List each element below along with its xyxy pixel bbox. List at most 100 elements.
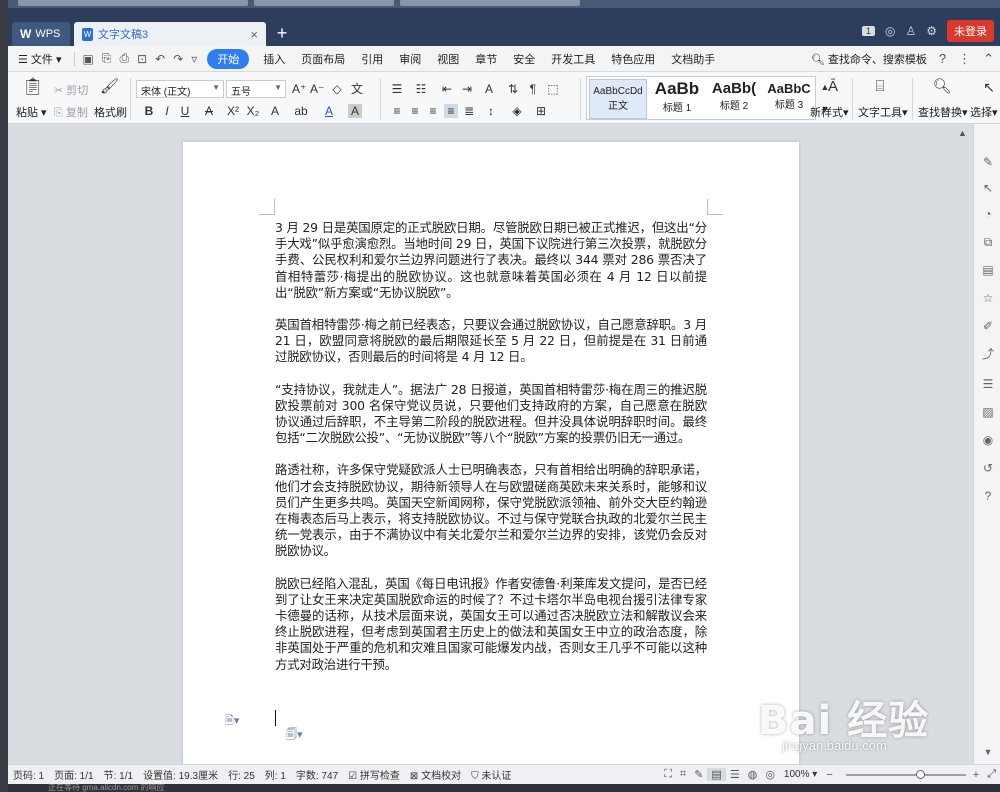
collapse-ribbon-icon[interactable]: ⌃	[977, 51, 1000, 67]
zoom-level-select[interactable]: 100% ▾	[779, 769, 822, 780]
tab-doc-assistant[interactable]: 文档助手	[663, 51, 723, 67]
close-icon[interactable]: ×	[250, 27, 258, 42]
tab-security[interactable]: 安全	[505, 51, 543, 67]
decrease-indent-icon[interactable]: ⇤	[440, 82, 454, 96]
tab-page-layout[interactable]: 页面布局	[293, 51, 353, 67]
help-icon[interactable]: ?	[980, 488, 996, 504]
spell-check-button[interactable]: ☑ 拼写检查	[343, 767, 405, 782]
italic-icon[interactable]: I	[160, 104, 174, 118]
skin-icon[interactable]: ◎	[885, 24, 895, 38]
align-center-icon[interactable]: ≡	[408, 104, 422, 118]
redo-icon[interactable]: ↷	[169, 52, 187, 66]
tab-special-apps[interactable]: 特色应用	[603, 51, 663, 67]
undo-icon[interactable]: ↶	[151, 52, 169, 66]
highlight-icon[interactable]: ab	[294, 104, 308, 118]
tab-insert[interactable]: 插入	[255, 51, 293, 67]
library-icon[interactable]: ▤	[980, 262, 996, 278]
status-page-number[interactable]: 页码: 1	[8, 767, 49, 782]
shading-icon[interactable]: ◈	[510, 104, 524, 118]
document-body[interactable]: 3 月 29 日是英国原定的正式脱欧日期。尽管脱欧日期已被正式推迟，但这出“分手…	[275, 220, 707, 689]
bold-icon[interactable]: B	[142, 104, 156, 118]
tab-home[interactable]: 开始	[207, 48, 250, 69]
page-view-icon[interactable]: ▤	[707, 768, 726, 781]
superscript-icon[interactable]: X²	[226, 104, 240, 118]
read-mode-icon[interactable]: ⌗	[676, 768, 690, 781]
star-icon[interactable]: ☆	[980, 290, 996, 306]
numbered-list-icon[interactable]: ☷	[414, 82, 428, 96]
print-preview-icon[interactable]: ⊡	[133, 52, 151, 66]
justify-icon[interactable]: ≡	[444, 104, 458, 118]
tab-references[interactable]: 引用	[353, 51, 391, 67]
text-box-icon[interactable]: ⬚	[546, 82, 560, 96]
char-shading-icon[interactable]: A	[348, 104, 362, 118]
underline-icon[interactable]: U	[178, 104, 192, 118]
style-heading-1[interactable]: AaBb 标题 1	[649, 79, 705, 119]
format-painter-icon[interactable]: 🖌︎	[100, 79, 119, 100]
auth-button[interactable]: ⛉ 未认证	[466, 767, 516, 782]
new-style-button[interactable]: 新样式▾	[810, 104, 849, 120]
zoom-slider[interactable]	[846, 770, 966, 779]
tab-chapter[interactable]: 章节	[467, 51, 505, 67]
paste-icon[interactable]: 📋︎	[22, 78, 44, 100]
clear-format-icon[interactable]: ◇	[330, 82, 344, 96]
increase-indent-icon[interactable]: ⇥	[460, 82, 474, 96]
format-painter-button[interactable]: 格式刷	[94, 104, 127, 120]
file-menu[interactable]: ☰ 文件 ▾	[8, 51, 70, 67]
login-button[interactable]: 未登录	[947, 20, 994, 42]
add-tab-button[interactable]: +	[270, 22, 294, 46]
text-tools-button[interactable]: 文字工具▾	[858, 104, 908, 120]
new-style-icon[interactable]: Ā	[822, 79, 844, 100]
phonetic-icon[interactable]: 文	[350, 82, 364, 96]
find-replace-button[interactable]: 查找替换▾	[918, 104, 968, 120]
scroll-down-arrow[interactable]: ▼	[980, 744, 996, 760]
command-search[interactable]: 🔍︎ 查找命令、搜索模板	[811, 51, 933, 67]
layers-icon[interactable]: ⧉	[980, 234, 996, 250]
status-word-count[interactable]: 字数: 747	[291, 767, 343, 782]
share-icon[interactable]: ⤴	[980, 346, 996, 362]
copy-button[interactable]: ⎘ 复制	[54, 104, 88, 120]
tab-wps-home[interactable]: W WPS	[12, 22, 70, 46]
outline-view-icon[interactable]: ☰	[726, 768, 744, 781]
doc-proof-button[interactable]: ⊠ 文档校对	[405, 767, 466, 782]
text-tools-icon[interactable]: ⌸	[870, 79, 890, 100]
sort-icon[interactable]: ⇅	[506, 82, 520, 96]
select-cursor-icon[interactable]: ↖	[980, 80, 998, 100]
eye-protect-icon[interactable]: ◎	[761, 768, 779, 781]
tab-review[interactable]: 审阅	[391, 51, 429, 67]
help-button[interactable]: ?	[933, 51, 952, 66]
shape-icon[interactable]: ◔	[980, 206, 996, 222]
grow-font-icon[interactable]: A⁺	[292, 82, 306, 96]
web-view-icon[interactable]: ◍	[744, 768, 762, 781]
align-left-icon[interactable]: ≡	[390, 104, 404, 118]
scroll-up-arrow[interactable]: ▲	[958, 128, 967, 138]
distributed-icon[interactable]: ≣	[462, 104, 476, 118]
style-heading-3[interactable]: AaBbC 标题 3	[763, 79, 815, 119]
chinese-layout-icon[interactable]: A	[482, 82, 496, 96]
font-size-select[interactable]: 五号 ▼	[226, 80, 286, 98]
chevron-down-icon[interactable]: ▿	[187, 52, 201, 66]
write-mode-icon[interactable]: ✎	[690, 768, 707, 781]
settings-icon[interactable]: ⚙	[926, 24, 937, 38]
tab-document[interactable]: W 文字文稿3 ×	[74, 22, 266, 46]
backup-icon[interactable]: ◉	[980, 432, 996, 448]
print-icon[interactable]: ⎙	[115, 51, 133, 66]
select-button[interactable]: 选择▾	[970, 104, 998, 120]
cut-button[interactable]: ✂ 剪切	[54, 82, 88, 98]
text-effect-icon[interactable]: A	[268, 104, 282, 118]
subscript-icon[interactable]: X₂	[246, 104, 260, 118]
zoom-out-button[interactable]: −	[822, 769, 836, 781]
paste-options-icon[interactable]: 🗎▾	[225, 712, 239, 731]
bullet-list-icon[interactable]: ☰	[390, 82, 404, 96]
history-icon[interactable]: ↺	[980, 460, 996, 476]
export-pdf-icon[interactable]: ⎘	[98, 51, 116, 66]
tab-developer[interactable]: 开发工具	[543, 51, 603, 67]
style-normal[interactable]: AaBbCcDd 正文	[589, 79, 647, 119]
page-badge[interactable]: 1	[861, 26, 875, 36]
style-heading-2[interactable]: AaBb( 标题 2	[707, 79, 761, 119]
zoom-slider-knob[interactable]	[916, 770, 925, 779]
fullscreen-icon[interactable]: ⛶	[660, 768, 676, 781]
font-color-icon[interactable]: A	[322, 104, 336, 118]
align-right-icon[interactable]: ≡	[426, 104, 440, 118]
pointer-icon[interactable]: ↖	[980, 180, 996, 196]
strikethrough-icon[interactable]: A	[202, 104, 216, 118]
